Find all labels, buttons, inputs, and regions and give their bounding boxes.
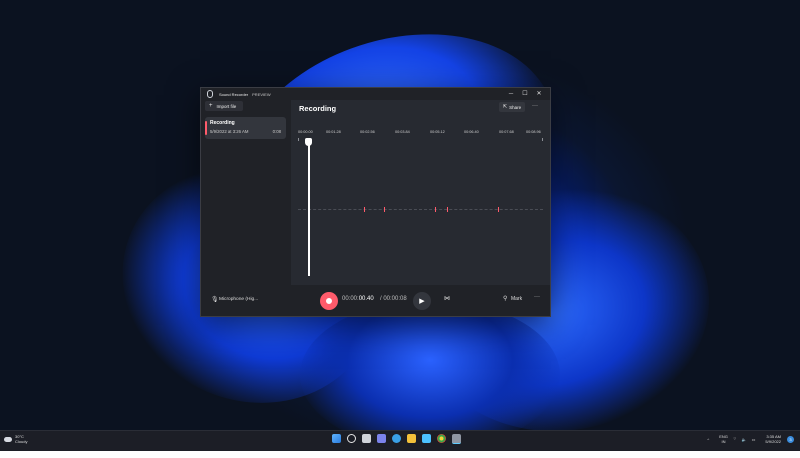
recording-date: 5/9/2022 at 3:26 AM [210,129,249,134]
record-button[interactable] [320,292,338,310]
waveform-baseline [298,209,543,210]
record-icon [326,298,332,304]
recording-list-item[interactable]: Recording 5/9/2022 at 3:26 AM 0:08 [205,117,286,139]
current-time-prefix: 00:00: [342,296,359,302]
recording-detail-pane: Recording ⇱ Share ··· 00:00.00 00:01.28 … [291,100,550,285]
search-icon[interactable] [347,434,356,443]
ruler-tick-label: 00:01.28 [326,130,341,134]
wallpaper-bloom [300,300,560,450]
ruler-tick-label: 00:03.84 [395,130,410,134]
task-view-icon[interactable] [362,434,371,443]
mark-button[interactable]: Mark [511,296,522,302]
play-icon: ▶ [419,298,425,305]
microphone-icon: 🎙 [211,297,219,303]
ruler-tick-label: 00:07.68 [499,130,514,134]
ruler-tick-label: 00:06.40 [464,130,479,134]
battery-icon[interactable]: ▭ [752,437,756,442]
sound-recorder-window: Sound Recorder PREVIEW ─ ☐ ✕ + Import fi… [200,87,551,317]
notification-badge[interactable]: 3 [787,435,794,443]
import-file-button[interactable]: + Import file [205,101,243,111]
edge-icon[interactable] [392,434,401,443]
wifi-icon[interactable]: ⌔ [733,436,737,442]
app-title: Sound Recorder [219,91,249,97]
clock-date: 5/9/2022 [765,439,781,444]
store-icon[interactable] [422,434,431,443]
sound-recorder-taskbar-icon[interactable] [452,434,461,444]
share-label: Share [509,104,522,110]
taskbar: 30°C Cloudy ^ ENG IN ⌔ 🔈 ▭ 3:35 AM 5/9/202… [0,430,800,451]
close-button[interactable]: ✕ [532,88,546,100]
language-indicator[interactable]: ENG IN [714,434,728,444]
audio-marker [364,207,366,212]
page-title: Recording [299,104,337,113]
maximize-button[interactable]: ☐ [518,88,532,100]
chat-icon[interactable] [377,434,386,443]
weather-condition: Cloudy [15,439,28,444]
cloud-icon [4,436,12,442]
title-bar[interactable]: Sound Recorder PREVIEW ─ ☐ ✕ [201,88,550,100]
mark-icon[interactable]: ⚲ [503,295,507,302]
audio-marker [435,207,437,212]
audio-marker [447,207,449,212]
start-icon[interactable] [332,434,341,443]
microphone-selector[interactable]: Microphone (Hig... [219,297,258,302]
ruler-tick-label: 00:08.96 [526,130,541,134]
preview-badge: PREVIEW [252,91,271,97]
ruler-tick-label: 00:05.12 [430,130,445,134]
file-explorer-icon[interactable] [407,434,416,443]
volume-icon[interactable]: 🔈 [742,437,747,442]
playback-speed-icon[interactable]: ⋈ [444,295,450,302]
audio-marker [384,207,386,212]
total-time: / 00:00:08 [380,296,407,302]
clock[interactable]: 3:35 AM 5/9/2022 [760,434,781,444]
taskbar-apps [332,434,467,444]
chevron-up-icon[interactable]: ^ [707,437,709,442]
recording-name: Recording [210,120,235,126]
system-tray: ^ ENG IN ⌔ 🔈 ▭ 3:35 AM 5/9/2022 3 [702,434,794,444]
ruler-tick [298,138,299,141]
current-time: 00:00:00.40 [342,296,374,302]
more-options-icon[interactable]: ··· [534,294,540,300]
play-button[interactable]: ▶ [413,292,431,310]
timeline-ruler[interactable]: 00:00.00 00:01.28 00:02.56 00:03.84 00:0… [298,130,543,141]
playhead[interactable] [308,142,310,276]
chrome-icon[interactable] [437,434,446,443]
recordings-sidebar: + Import file Recording 5/9/2022 at 3:26… [201,100,291,316]
minimize-button[interactable]: ─ [504,88,518,100]
share-button[interactable]: ⇱ Share [499,102,525,112]
audio-marker [498,207,500,212]
more-options-icon[interactable]: ··· [532,103,538,109]
ruler-tick-label: 00:00.00 [298,130,313,134]
recording-duration: 0:08 [272,129,281,134]
ruler-tick [542,138,543,141]
plus-icon: + [209,103,213,109]
region-code: IN [721,439,726,444]
share-icon: ⇱ [502,104,508,110]
import-file-label: Import file [216,103,237,109]
selected-indicator [205,121,207,135]
waveform-area[interactable] [298,138,543,282]
current-time-value: 00.40 [358,296,374,302]
playback-bar: 🎙 Microphone (Hig... 00:00:00.40 / 00:00… [201,285,550,316]
ruler-tick-label: 00:02.56 [360,130,375,134]
microphone-app-icon [207,90,213,98]
weather-widget[interactable]: 30°C Cloudy [4,434,27,444]
